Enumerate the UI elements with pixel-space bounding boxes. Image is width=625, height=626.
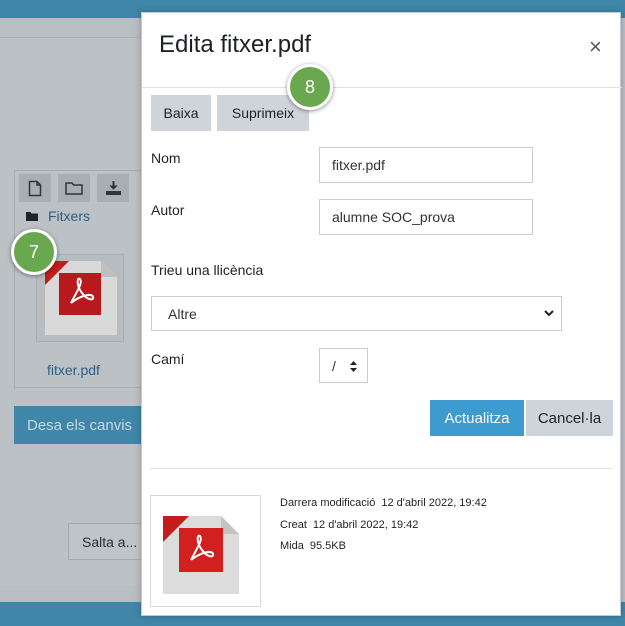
modified-value: 12 d'abril 2022, 19:42 — [381, 497, 487, 509]
size-label: Mida — [280, 540, 304, 552]
chevron-down-icon — [544, 310, 554, 317]
license-label: Trieu una llicència — [151, 262, 264, 278]
file-icon — [28, 180, 42, 196]
name-label: Nom — [151, 150, 181, 166]
skip-to-button[interactable]: Salta a... — [68, 523, 142, 560]
path-label: Camí — [151, 351, 185, 367]
created-label: Creat — [280, 519, 307, 531]
pdf-preview-icon — [163, 516, 239, 594]
size-info: Mida 95.5KB — [280, 540, 346, 552]
file-name-link[interactable]: fitxer.pdf — [47, 362, 100, 378]
create-folder-button[interactable] — [58, 174, 90, 202]
header-divider — [142, 87, 622, 88]
close-icon[interactable]: × — [589, 36, 602, 58]
section-divider — [150, 468, 612, 469]
update-button[interactable]: Actualitza — [430, 400, 524, 436]
created-info: Creat 12 d'abril 2022, 19:42 — [280, 519, 418, 531]
path-select[interactable]: / — [319, 348, 368, 383]
step-badge-8: 8 — [287, 64, 333, 110]
download-all-button[interactable] — [97, 174, 129, 202]
download-icon — [105, 181, 121, 195]
breadcrumb-folder-link[interactable]: Fitxers — [48, 208, 90, 224]
license-selected-value: Altre — [168, 305, 197, 322]
folder-solid-icon — [26, 212, 38, 221]
folder-icon — [65, 182, 83, 195]
download-button[interactable]: Baixa — [151, 95, 211, 131]
sort-arrows-icon — [350, 361, 357, 372]
breadcrumb: Fitxers — [26, 208, 90, 224]
name-input[interactable]: fitxer.pdf — [319, 147, 533, 183]
edit-file-dialog: Edita fitxer.pdf × Baixa Suprimeix Nom f… — [141, 12, 622, 616]
add-file-button[interactable] — [19, 174, 51, 202]
save-changes-button[interactable]: Desa els canvis — [14, 406, 142, 444]
license-select[interactable]: Altre — [151, 296, 562, 331]
modified-label: Darrera modificació — [280, 497, 376, 509]
modified-info: Darrera modificació 12 d'abril 2022, 19:4… — [280, 497, 487, 509]
path-selected-value: / — [332, 357, 336, 374]
created-value: 12 d'abril 2022, 19:42 — [312, 519, 419, 531]
dialog-title: Edita fitxer.pdf — [159, 31, 312, 58]
size-value: 95.5KB — [309, 540, 346, 552]
author-input[interactable]: alumne SOC_prova — [319, 199, 533, 235]
cancel-button[interactable]: Cancel·la — [526, 400, 613, 436]
author-label: Autor — [151, 202, 185, 218]
file-preview — [150, 495, 261, 607]
step-badge-7: 7 — [11, 229, 57, 275]
